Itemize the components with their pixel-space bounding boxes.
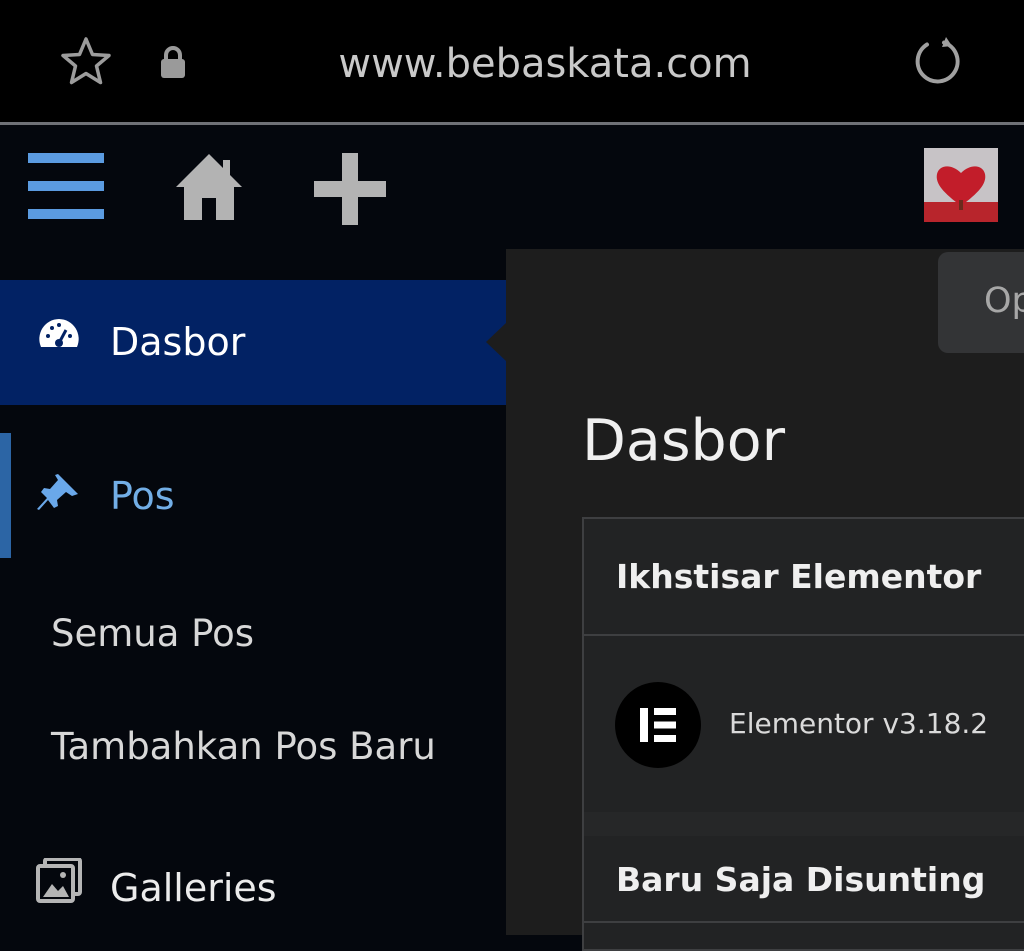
hamburger-menu-icon[interactable] (28, 153, 104, 219)
plus-icon[interactable] (314, 153, 386, 225)
sidebar-item-label: Dasbor (110, 320, 246, 364)
widget-header-divider (584, 634, 1024, 636)
elementor-logo-icon (615, 682, 701, 768)
dashboard-gauge-icon (38, 318, 80, 352)
reload-icon[interactable] (910, 34, 966, 90)
section-divider (584, 921, 1024, 923)
star-outline-icon[interactable] (58, 34, 114, 90)
wp-admin-bar (0, 125, 1024, 249)
widget-section-separator (584, 812, 1024, 836)
current-menu-indicator (0, 433, 11, 558)
widget-title[interactable]: Ikhstisar Elementor (616, 555, 981, 599)
submenu-item-semua-pos[interactable]: Semua Pos (51, 610, 254, 658)
elementor-version: Elementor v3.18.2 (729, 707, 989, 740)
avatar[interactable] (924, 148, 998, 222)
sidebar-item-galleries[interactable]: Galleries (110, 863, 277, 913)
screen-options-label: Op (984, 281, 1024, 321)
url-text[interactable]: www.bebaskata.com (290, 38, 800, 90)
lock-icon (158, 44, 188, 80)
home-icon[interactable] (176, 152, 242, 222)
section-title-recently-edited: Baru Saja Disunting (616, 860, 986, 899)
gallery-images-icon (36, 857, 82, 904)
sidebar-item-pos[interactable]: Pos (110, 471, 175, 521)
submenu-item-tambahkan-pos-baru[interactable]: Tambahkan Pos Baru (51, 723, 436, 771)
page-title: Dasbor (582, 408, 786, 474)
active-menu-arrow (486, 323, 506, 361)
pushpin-icon (36, 472, 80, 512)
